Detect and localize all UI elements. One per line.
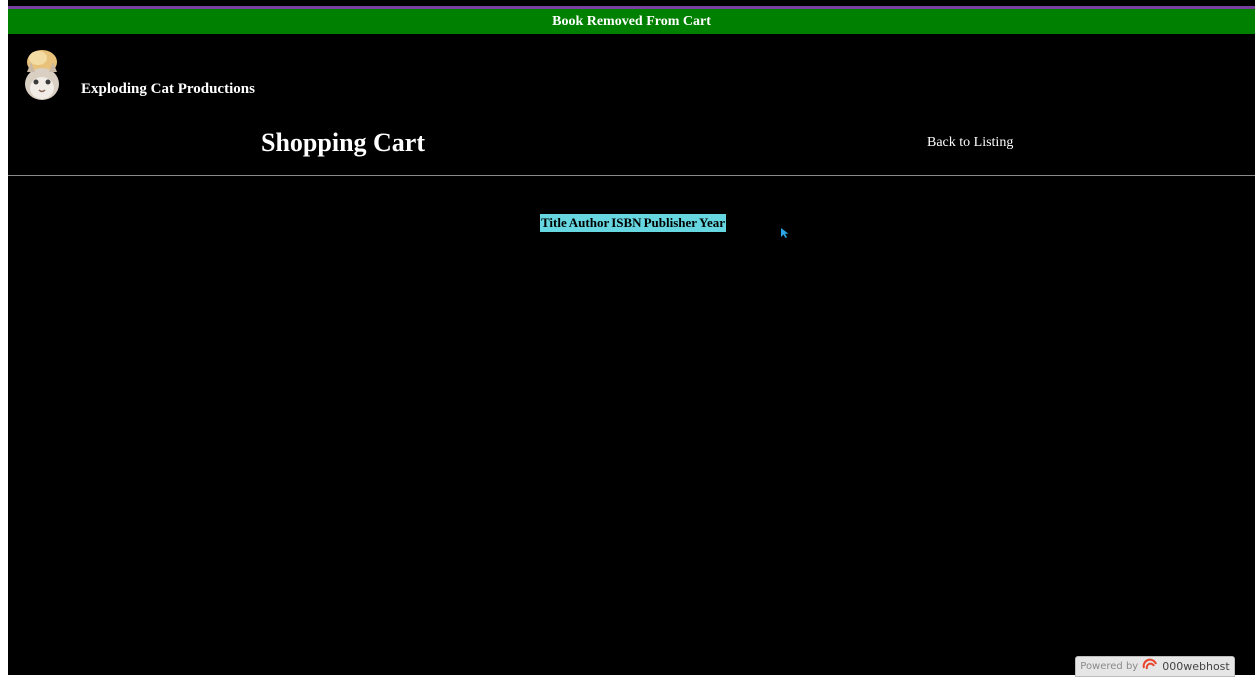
cat-logo-icon[interactable] [20,48,64,104]
header-divider [8,175,1255,176]
table-header-row: Title Author ISBN Publisher Year [540,214,726,232]
column-header-author: Author [568,215,610,230]
webhost-logo-icon [1142,658,1158,675]
site-header: Exploding Cat Productions Shopping Cart … [8,34,1255,176]
status-banner: Book Removed From Cart [8,9,1255,34]
page-title: Shopping Cart [261,128,425,157]
back-to-listing-link[interactable]: Back to Listing [927,135,1013,151]
cart-table: Title Author ISBN Publisher Year [540,214,727,232]
page: Book Removed From Cart Exploding Cat Pro… [8,0,1255,677]
company-name: Exploding Cat Productions [81,81,255,97]
column-header-year: Year [699,215,726,230]
powered-by-badge[interactable]: Powered by 000webhost [1075,656,1235,677]
mouse-cursor-icon [780,226,790,238]
powered-by-text: Powered by [1080,661,1139,672]
host-brand-text: 000webhost [1162,660,1230,673]
column-header-title: Title [541,215,567,230]
column-header-publisher: Publisher [643,215,698,230]
column-header-isbn: ISBN [611,215,642,230]
